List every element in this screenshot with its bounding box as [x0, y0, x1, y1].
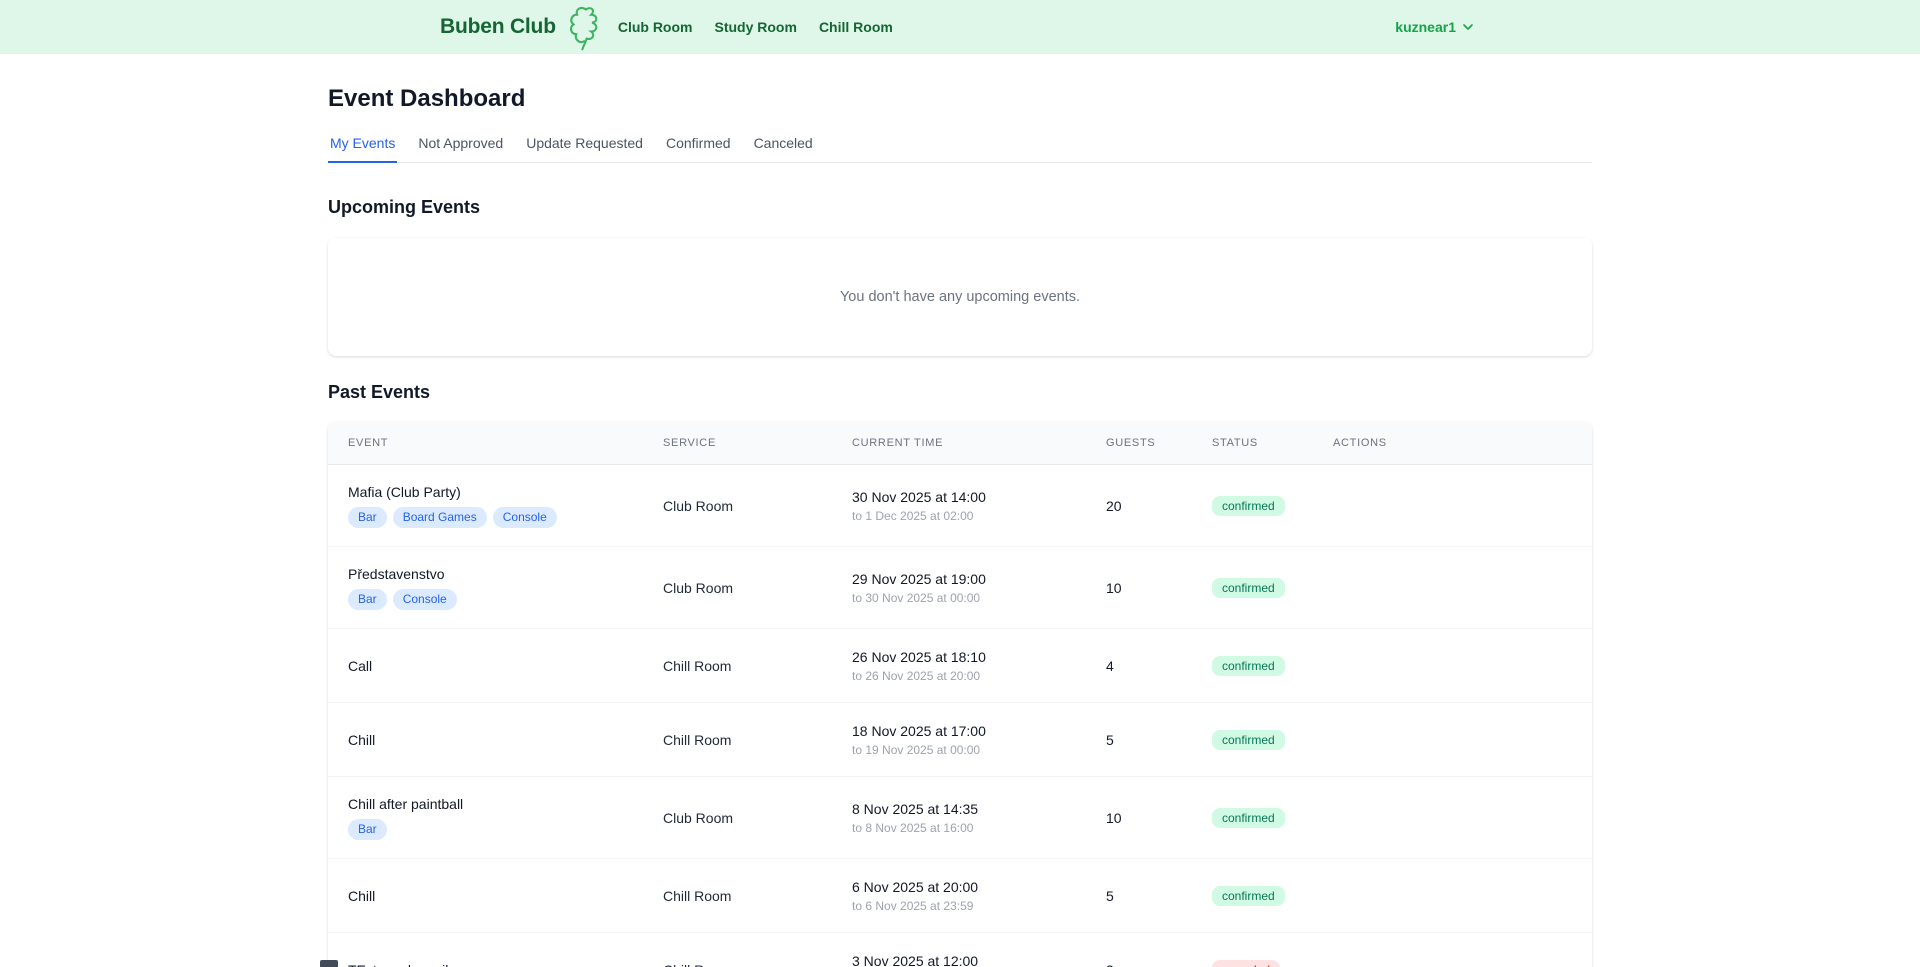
event-guests: 5	[1086, 703, 1192, 777]
chevron-down-icon	[1462, 21, 1474, 33]
event-time-end: to 26 Nov 2025 at 20:00	[852, 669, 1070, 683]
event-time-start: 18 Nov 2025 at 17:00	[852, 723, 1070, 739]
table-row[interactable]: Představenstvo Bar Console Club Room 29 N…	[328, 547, 1592, 629]
event-time-end: to 1 Dec 2025 at 02:00	[852, 509, 1070, 523]
tab-canceled[interactable]: Canceled	[752, 133, 815, 163]
event-service: Chill Room	[643, 859, 832, 933]
brand-link[interactable]: Buben Club	[440, 15, 556, 39]
event-actions	[1313, 629, 1592, 703]
nav-club-room[interactable]: Club Room	[618, 19, 693, 35]
column-header-event: Event	[328, 422, 643, 465]
event-service: Chill Room	[643, 703, 832, 777]
event-tag: Console	[393, 589, 457, 610]
event-service: Chill Room	[643, 933, 832, 967]
table-row[interactable]: TEst send email Chill Room 3 Nov 2025 at…	[328, 933, 1592, 967]
table-row[interactable]: Chill Chill Room 6 Nov 2025 at 20:00 to …	[328, 859, 1592, 933]
status-badge: confirmed	[1212, 656, 1285, 676]
status-badge: confirmed	[1212, 808, 1285, 828]
status-badge: canceled	[1212, 960, 1280, 967]
event-tag: Board Games	[393, 507, 487, 528]
event-name: Chill	[348, 888, 627, 904]
table-row[interactable]: Mafia (Club Party) Bar Board Games Console…	[328, 465, 1592, 547]
event-time-end: to 19 Nov 2025 at 00:00	[852, 743, 1070, 757]
event-guests: 20	[1086, 465, 1192, 547]
status-badge: confirmed	[1212, 578, 1285, 598]
event-actions	[1313, 465, 1592, 547]
event-actions	[1313, 933, 1592, 967]
main-nav: Club Room Study Room Chill Room	[618, 19, 893, 35]
page-title: Event Dashboard	[328, 84, 1592, 113]
event-tags: Bar Console	[348, 589, 627, 610]
nav-study-room[interactable]: Study Room	[714, 19, 796, 35]
buben-club-logo-icon	[566, 5, 604, 51]
event-time-end: to 8 Nov 2025 at 16:00	[852, 821, 1070, 835]
event-guests: 4	[1086, 629, 1192, 703]
past-events-table-card: Event Service Current time Guests Status…	[328, 422, 1592, 967]
event-time-start: 26 Nov 2025 at 18:10	[852, 649, 1070, 665]
event-tag: Bar	[348, 819, 387, 840]
main-content: Event Dashboard My Events Not Approved U…	[328, 84, 1592, 967]
table-row[interactable]: Call Chill Room 26 Nov 2025 at 18:10 to …	[328, 629, 1592, 703]
column-header-guests: Guests	[1086, 422, 1192, 465]
event-guests: 10	[1086, 777, 1192, 859]
event-name: TEst send email	[348, 962, 627, 967]
event-name: Chill after paintball	[348, 796, 627, 812]
table-row[interactable]: Chill after paintball Bar Club Room 8 No…	[328, 777, 1592, 859]
event-actions	[1313, 859, 1592, 933]
cutoff-element	[320, 960, 338, 967]
event-time-end: to 6 Nov 2025 at 23:59	[852, 899, 1070, 913]
event-service: Club Room	[643, 465, 832, 547]
upcoming-events-heading: Upcoming Events	[328, 195, 1592, 220]
column-header-status: Status	[1192, 422, 1313, 465]
empty-state-message: You don't have any upcoming events.	[840, 289, 1080, 305]
past-events-table: Event Service Current time Guests Status…	[328, 422, 1592, 967]
event-tag: Console	[493, 507, 557, 528]
event-guests: 3	[1086, 933, 1192, 967]
event-service: Chill Room	[643, 629, 832, 703]
event-tags: Bar	[348, 819, 627, 840]
tab-confirmed[interactable]: Confirmed	[664, 133, 733, 163]
event-time-start: 30 Nov 2025 at 14:00	[852, 489, 1070, 505]
past-events-heading: Past Events	[328, 380, 1592, 405]
status-badge: confirmed	[1212, 886, 1285, 906]
event-service: Club Room	[643, 547, 832, 629]
app-header: Buben Club Club Room Study Room Chill Ro…	[0, 0, 1920, 54]
event-actions	[1313, 547, 1592, 629]
event-guests: 10	[1086, 547, 1192, 629]
column-header-service: Service	[643, 422, 832, 465]
tab-not-approved[interactable]: Not Approved	[416, 133, 505, 163]
event-time-start: 3 Nov 2025 at 12:00	[852, 953, 1070, 967]
event-actions	[1313, 777, 1592, 859]
header-inner: Buben Club Club Room Study Room Chill Ro…	[440, 3, 1480, 51]
event-actions	[1313, 703, 1592, 777]
user-menu[interactable]: kuznear1	[1389, 18, 1480, 36]
username: kuznear1	[1395, 19, 1456, 35]
event-name: Chill	[348, 732, 627, 748]
tab-update-requested[interactable]: Update Requested	[524, 133, 645, 163]
column-header-actions: Actions	[1313, 422, 1592, 465]
event-guests: 5	[1086, 859, 1192, 933]
status-badge: confirmed	[1212, 730, 1285, 750]
column-header-current-time: Current time	[832, 422, 1086, 465]
nav-chill-room[interactable]: Chill Room	[819, 19, 893, 35]
event-name: Call	[348, 658, 627, 674]
tab-my-events[interactable]: My Events	[328, 133, 397, 163]
event-name: Představenstvo	[348, 566, 627, 582]
event-name: Mafia (Club Party)	[348, 484, 627, 500]
event-service: Club Room	[643, 777, 832, 859]
tab-bar: My Events Not Approved Update Requested …	[328, 133, 1592, 163]
event-tag: Bar	[348, 507, 387, 528]
event-time-start: 8 Nov 2025 at 14:35	[852, 801, 1070, 817]
table-header-row: Event Service Current time Guests Status…	[328, 422, 1592, 465]
table-row[interactable]: Chill Chill Room 18 Nov 2025 at 17:00 to…	[328, 703, 1592, 777]
event-time-start: 29 Nov 2025 at 19:00	[852, 571, 1070, 587]
status-badge: confirmed	[1212, 496, 1285, 516]
event-time-end: to 30 Nov 2025 at 00:00	[852, 591, 1070, 605]
event-tags: Bar Board Games Console	[348, 507, 627, 528]
event-time-start: 6 Nov 2025 at 20:00	[852, 879, 1070, 895]
event-tag: Bar	[348, 589, 387, 610]
upcoming-events-card: You don't have any upcoming events.	[328, 238, 1592, 356]
